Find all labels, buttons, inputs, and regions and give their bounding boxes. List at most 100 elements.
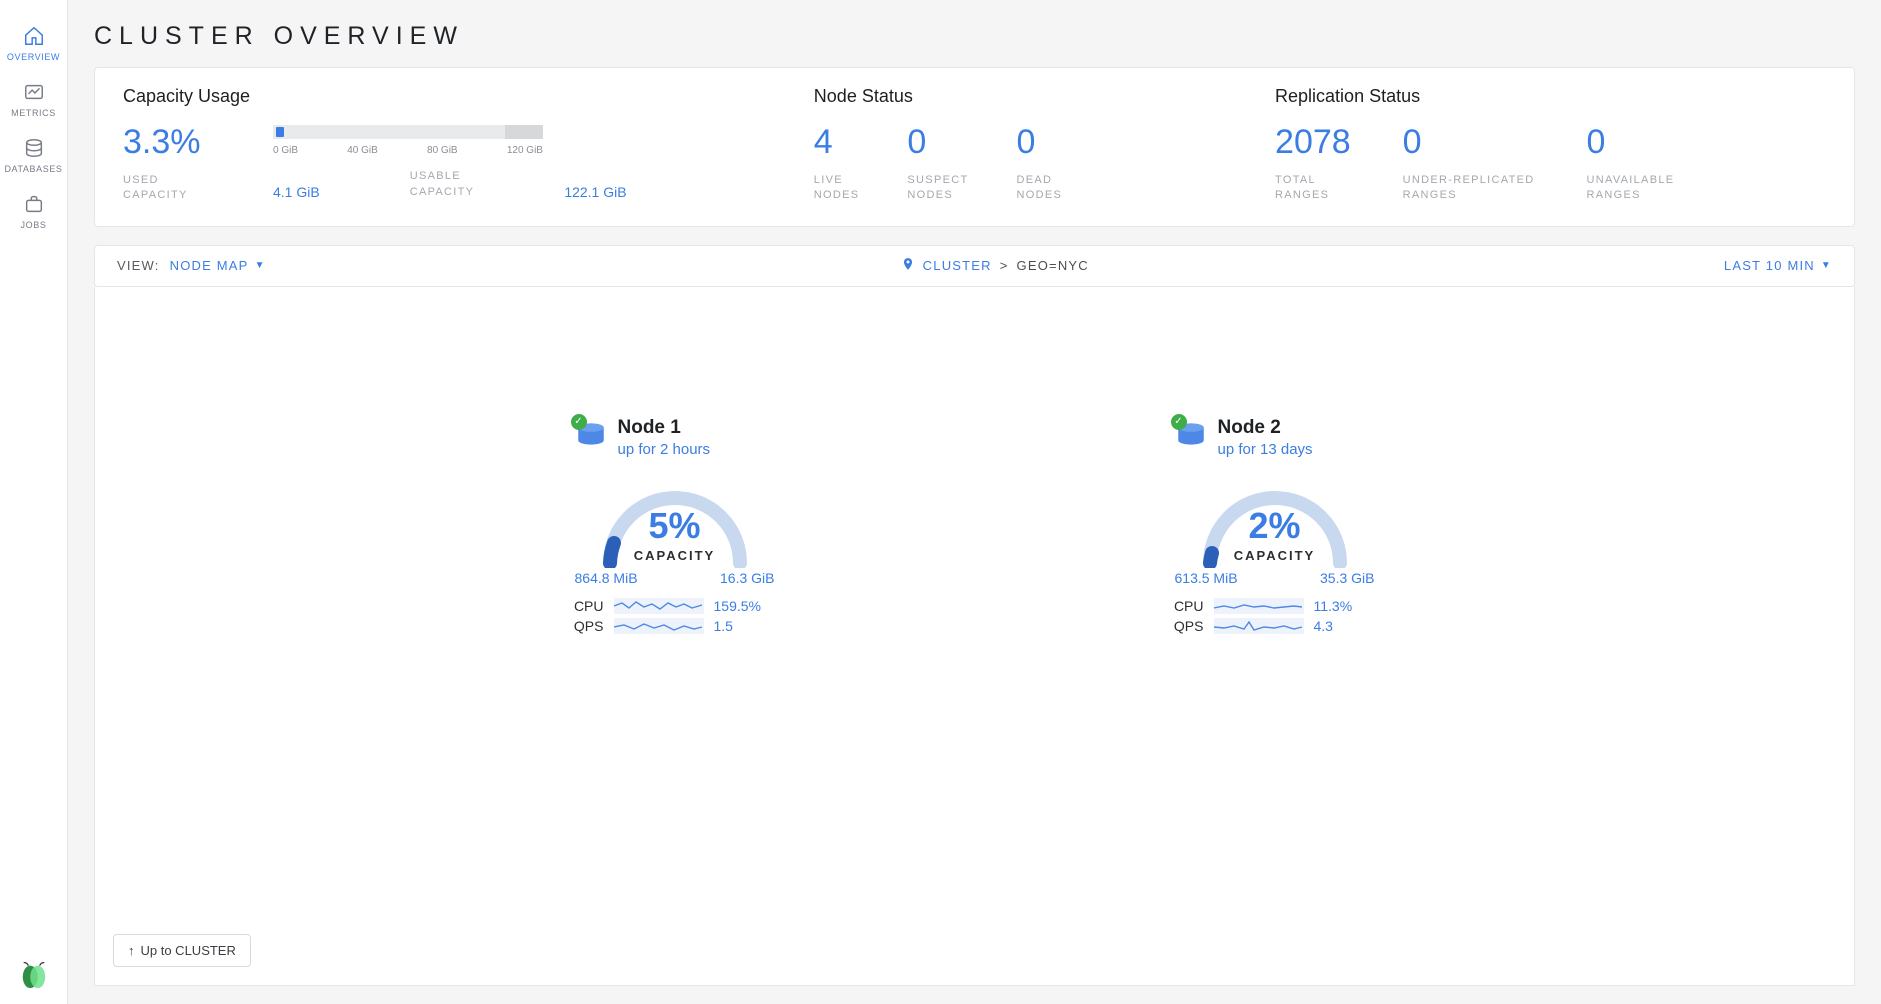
- capacity-bar: [273, 125, 543, 139]
- sidebar-label: OVERVIEW: [7, 52, 60, 62]
- page-title: CLUSTER OVERVIEW: [94, 22, 1855, 51]
- tick: 80 GiB: [427, 145, 458, 156]
- location-pin-icon: [901, 257, 915, 274]
- capacity-heading: Capacity Usage: [123, 86, 766, 107]
- cpu-row: CPU 159.5%: [570, 598, 780, 614]
- sidebar-item-metrics[interactable]: METRICS: [0, 70, 67, 126]
- used-capacity-label: USED CAPACITY: [123, 173, 243, 204]
- cockroach-logo-icon: [19, 960, 49, 990]
- arrow-up-icon: ↑: [128, 943, 135, 958]
- gauge-percent: 5%: [590, 508, 760, 544]
- cpu-value: 11.3%: [1314, 598, 1353, 614]
- chevron-down-icon: ▼: [255, 260, 266, 271]
- tick: 0 GiB: [273, 145, 298, 156]
- metric-label: DEAD NODES: [1016, 173, 1062, 204]
- sidebar-item-jobs[interactable]: JOBS: [0, 182, 67, 238]
- database-icon: [22, 136, 46, 160]
- node-total: 35.3 GiB: [1320, 570, 1374, 586]
- node-map-area: ✓ Node 1 up for 2 hours: [94, 287, 1855, 986]
- cpu-sparkline-icon: [1214, 598, 1304, 614]
- qps-row: QPS 1.5: [570, 618, 780, 634]
- node-status-heading: Node Status: [814, 86, 1227, 107]
- tick: 40 GiB: [347, 145, 378, 156]
- timerange-text: LAST 10 MIN: [1724, 258, 1815, 273]
- qps-sparkline-icon: [614, 618, 704, 634]
- metric-value: 0: [907, 125, 968, 159]
- breadcrumb: CLUSTER > GEO=NYC: [266, 257, 1724, 274]
- capacity-percent: 3.3%: [123, 125, 243, 159]
- qps-label: QPS: [570, 618, 604, 634]
- node-uptime: up for 2 hours: [618, 441, 711, 458]
- main-content: CLUSTER OVERVIEW Capacity Usage 3.3% USE…: [68, 0, 1881, 1004]
- sidebar-label: JOBS: [21, 220, 47, 230]
- metric-value: 0: [1587, 125, 1675, 159]
- usable-capacity-value: 122.1 GiB: [564, 184, 626, 200]
- cpu-value: 159.5%: [714, 598, 761, 614]
- node-icon: ✓: [574, 417, 608, 451]
- metric-value: 0: [1016, 125, 1062, 159]
- timerange-selector[interactable]: LAST 10 MIN ▼: [1724, 258, 1832, 273]
- up-button-label: Up to CLUSTER: [141, 943, 236, 958]
- breadcrumb-current: GEO=NYC: [1017, 258, 1089, 273]
- sidebar: OVERVIEW METRICS DATABASES JOBS: [0, 0, 68, 1004]
- qps-row: QPS 4.3: [1170, 618, 1380, 634]
- capacity-section: Capacity Usage 3.3% USED CAPACITY: [123, 86, 766, 204]
- sidebar-item-databases[interactable]: DATABASES: [0, 126, 67, 182]
- metric-value: 2078: [1275, 125, 1351, 159]
- node-total: 16.3 GiB: [720, 570, 774, 586]
- metric-value: 0: [1403, 125, 1535, 159]
- jobs-icon: [22, 192, 46, 216]
- chevron-down-icon: ▼: [1821, 260, 1832, 271]
- metric-value: 4: [814, 125, 860, 159]
- metric-label: UNAVAILABLE RANGES: [1587, 173, 1675, 204]
- node-card-2[interactable]: ✓ Node 2 up for 13 days: [1160, 417, 1390, 634]
- replication-heading: Replication Status: [1275, 86, 1826, 107]
- dead-nodes: 0 DEAD NODES: [1016, 125, 1062, 204]
- breadcrumb-sep: >: [1000, 258, 1009, 273]
- metric-label: UNDER-REPLICATED RANGES: [1403, 173, 1535, 204]
- node-card-1[interactable]: ✓ Node 1 up for 2 hours: [560, 417, 790, 634]
- cpu-label: CPU: [570, 598, 604, 614]
- capacity-bar-used: [276, 127, 284, 137]
- metric-label: SUSPECT NODES: [907, 173, 968, 204]
- qps-sparkline-icon: [1214, 618, 1304, 634]
- qps-value: 1.5: [714, 618, 733, 634]
- unavailable-ranges: 0 UNAVAILABLE RANGES: [1587, 125, 1675, 204]
- node-uptime: up for 13 days: [1218, 441, 1313, 458]
- status-ok-icon: ✓: [1171, 414, 1187, 430]
- view-label: VIEW:: [117, 258, 160, 273]
- replication-section: Replication Status 2078 TOTAL RANGES 0 U…: [1275, 86, 1826, 204]
- metric-label: TOTAL RANGES: [1275, 173, 1351, 204]
- capacity-gauge: 2% CAPACITY: [1190, 468, 1360, 568]
- capacity-ticks: 0 GiB 40 GiB 80 GiB 120 GiB: [273, 145, 543, 156]
- sidebar-item-overview[interactable]: OVERVIEW: [0, 14, 67, 70]
- capacity-bar-unusable: [505, 125, 543, 139]
- sidebar-label: DATABASES: [4, 164, 62, 174]
- view-selector[interactable]: NODE MAP ▼: [170, 258, 266, 273]
- metrics-icon: [22, 80, 46, 104]
- capacity-gauge: 5% CAPACITY: [590, 468, 760, 568]
- gauge-percent: 2%: [1190, 508, 1360, 544]
- status-ok-icon: ✓: [571, 414, 587, 430]
- live-nodes: 4 LIVE NODES: [814, 125, 860, 204]
- view-value-text: NODE MAP: [170, 258, 249, 273]
- cpu-row: CPU 11.3%: [1170, 598, 1380, 614]
- up-to-cluster-button[interactable]: ↑ Up to CLUSTER: [113, 934, 251, 967]
- metric-label: LIVE NODES: [814, 173, 860, 204]
- cpu-label: CPU: [1170, 598, 1204, 614]
- sidebar-label: METRICS: [11, 108, 56, 118]
- summary-card: Capacity Usage 3.3% USED CAPACITY: [94, 67, 1855, 227]
- qps-label: QPS: [1170, 618, 1204, 634]
- node-used: 613.5 MiB: [1175, 570, 1238, 586]
- node-title: Node 1: [618, 417, 711, 439]
- suspect-nodes: 0 SUSPECT NODES: [907, 125, 968, 204]
- used-capacity-value: 4.1 GiB: [273, 184, 320, 200]
- usable-capacity-label: USABLE CAPACITY: [410, 169, 475, 200]
- breadcrumb-cluster-link[interactable]: CLUSTER: [923, 258, 992, 273]
- gauge-label: CAPACITY: [590, 548, 760, 563]
- node-used: 864.8 MiB: [575, 570, 638, 586]
- under-replicated-ranges: 0 UNDER-REPLICATED RANGES: [1403, 125, 1535, 204]
- node-status-section: Node Status 4 LIVE NODES 0 SUSPECT NODES…: [814, 86, 1227, 204]
- gauge-label: CAPACITY: [1190, 548, 1360, 563]
- home-icon: [22, 24, 46, 48]
